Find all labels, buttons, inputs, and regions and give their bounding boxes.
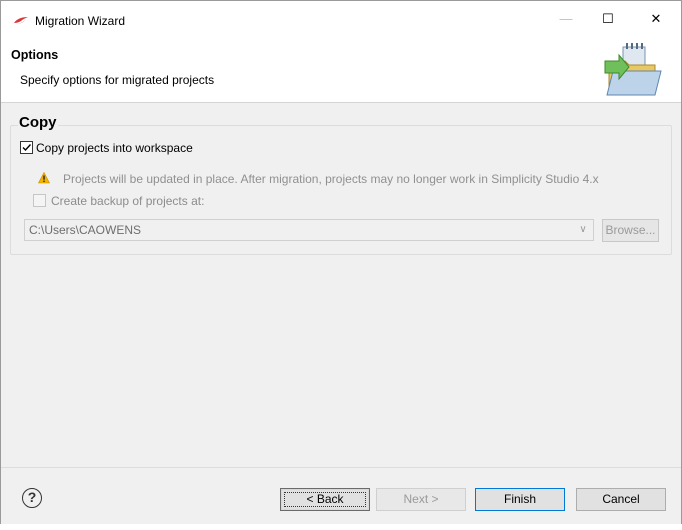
copy-into-workspace-checkbox[interactable] [20, 141, 33, 154]
maximize-button[interactable]: ☐ [585, 1, 631, 37]
minimize-button[interactable]: — [543, 1, 589, 37]
silabs-app-icon [14, 17, 28, 24]
help-icon[interactable]: ? [22, 488, 42, 508]
title-bar: Migration Wizard — ☐ ✕ [1, 1, 681, 37]
warning-icon [38, 172, 50, 184]
migration-warning-text: Projects will be updated in place. After… [63, 172, 599, 186]
create-backup-checkbox[interactable] [33, 194, 46, 207]
chevron-down-icon[interactable]: ∨ [575, 220, 591, 240]
folder-import-icon [604, 43, 662, 96]
copy-into-workspace-label[interactable]: Copy projects into workspace [36, 141, 193, 155]
backup-path-value: C:\Users\CAOWENS [29, 223, 142, 237]
back-button[interactable]: < Back [280, 488, 370, 511]
copy-group-title: Copy [18, 114, 58, 131]
migration-wizard-window: Migration Wizard — ☐ ✕ Options Specify o… [0, 0, 682, 524]
options-content: Copy Copy projects into workspace Projec… [1, 104, 681, 467]
next-button[interactable]: Next > [376, 488, 466, 511]
backup-path-combo[interactable]: C:\Users\CAOWENS ∨ [24, 219, 594, 241]
page-subtitle: Specify options for migrated projects [20, 73, 215, 87]
page-title: Options [11, 48, 59, 62]
browse-button[interactable]: Browse... [602, 219, 659, 242]
window-title: Migration Wizard [35, 14, 126, 28]
create-backup-label[interactable]: Create backup of projects at: [51, 194, 204, 208]
close-button[interactable]: ✕ [633, 1, 679, 37]
wizard-footer: ? < Back Next > Finish Cancel [1, 467, 681, 524]
finish-button[interactable]: Finish [475, 488, 565, 511]
cancel-button[interactable]: Cancel [576, 488, 666, 511]
checkmark-icon [22, 144, 32, 152]
focus-indicator [284, 492, 366, 507]
wizard-header: Options Specify options for migrated pro… [1, 37, 681, 103]
